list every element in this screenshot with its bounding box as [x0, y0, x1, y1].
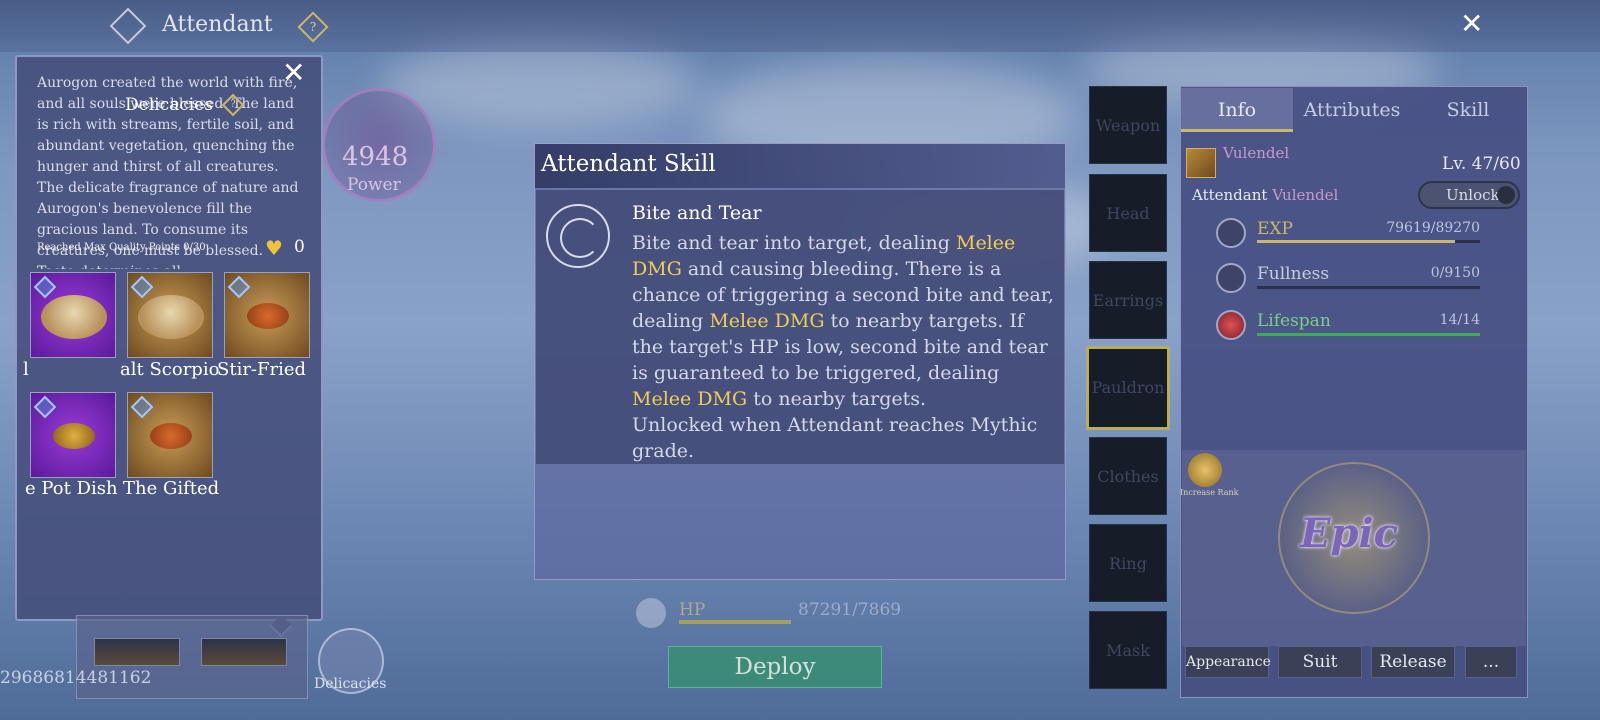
food-label: alt Scorpio	[120, 359, 220, 380]
tab-attributes[interactable]: Attributes	[1295, 88, 1409, 132]
user-id: 29686814481162	[0, 668, 152, 688]
deploy-button[interactable]: Deploy	[668, 646, 882, 688]
attendant-name: Vulendel	[1272, 186, 1339, 204]
pet-avatar	[1186, 148, 1216, 178]
appearance-button[interactable]: Appearance	[1185, 646, 1271, 678]
fullness-value: 0/9150	[1430, 265, 1480, 281]
hp-bar	[679, 620, 791, 624]
slot-pauldron[interactable]: Pauldron	[1086, 346, 1170, 430]
food-item[interactable]	[30, 392, 116, 478]
pet-level: Lv. 47/60	[1442, 154, 1521, 174]
exp-value: 79619/89270	[1386, 220, 1480, 236]
gem-icon	[130, 395, 154, 419]
fullness-label: Fullness	[1257, 264, 1330, 284]
power-label: Power	[347, 175, 401, 195]
food-plate-icon	[41, 295, 107, 339]
hp-label: HP	[679, 600, 706, 620]
gem-icon	[130, 275, 154, 299]
food-label: The Gifted	[123, 478, 220, 499]
food-label: l	[23, 359, 29, 380]
gem-icon	[227, 275, 251, 299]
fullness-bar	[1257, 286, 1480, 289]
food-label: Stir-Fried B	[217, 359, 311, 380]
fullness-icon	[1216, 263, 1246, 293]
slot-weapon[interactable]: Weapon	[1089, 86, 1167, 164]
slot-earrings[interactable]: Earrings	[1089, 261, 1167, 339]
attendant-thumbnail[interactable]	[201, 638, 287, 666]
food-plate-icon	[138, 295, 204, 339]
skill-name: Bite and Tear	[632, 202, 762, 224]
more-button[interactable]: ...	[1465, 646, 1517, 678]
food-item[interactable]	[127, 392, 213, 478]
bite-skill-icon	[546, 204, 610, 268]
lifespan-bar	[1257, 333, 1480, 336]
power-value: 4948	[342, 142, 409, 172]
slot-mask[interactable]: Mask	[1089, 611, 1167, 689]
delicacies-close-icon[interactable]: ✕	[282, 59, 305, 87]
gem-icon	[33, 395, 57, 419]
skill-unlock-text: Unlocked when Attendant reaches Mythic g…	[632, 414, 1038, 462]
exp-icon	[1216, 218, 1246, 248]
gem-icon	[33, 275, 57, 299]
quality-points-value: 0	[294, 237, 305, 257]
food-dish-icon	[150, 423, 192, 449]
toggle-knob	[1497, 186, 1515, 204]
hp-value: 87291/7869	[798, 600, 902, 620]
page-title: Attendant	[162, 12, 273, 37]
unlock-toggle[interactable]: Unlock	[1418, 181, 1520, 209]
skill-dialog-title: Attendant Skill	[541, 151, 716, 177]
food-item[interactable]	[224, 272, 310, 358]
food-label: e Pot Dish	[25, 478, 118, 499]
tab-skill[interactable]: Skill	[1411, 88, 1525, 132]
attendant-label: Attendant Vulendel	[1192, 186, 1339, 204]
skill-description: Bite and tear into target, dealing Melee…	[632, 232, 1054, 462]
food-item[interactable]	[127, 272, 213, 358]
rank-label: Increase Rank	[1180, 488, 1239, 497]
delicacies-button-label[interactable]: Delicacies	[314, 676, 386, 692]
rank-flame-icon[interactable]	[1188, 453, 1222, 487]
melee-dmg-highlight: Melee DMG	[709, 310, 825, 332]
quality-points-label: Reached Max Quality Points 0/30	[37, 242, 206, 253]
slot-clothes[interactable]: Clothes	[1089, 437, 1167, 515]
pet-name: Vulendel	[1223, 144, 1290, 162]
exp-label: EXP	[1257, 219, 1293, 239]
heart-icon	[1216, 310, 1246, 340]
delicacies-title: Delicacies	[125, 95, 213, 115]
food-pot-icon	[53, 423, 95, 449]
exp-bar-fill	[1257, 240, 1456, 243]
melee-dmg-highlight: Melee DMG	[632, 388, 748, 410]
grade-text: Epic	[1300, 510, 1399, 557]
exp-bar	[1257, 240, 1480, 243]
tab-info[interactable]: Info	[1181, 88, 1293, 132]
delicacies-panel: Aurogon created the world with fire, and…	[15, 55, 323, 621]
lifespan-bar-fill	[1257, 333, 1480, 336]
hp-drop-icon	[636, 598, 666, 628]
close-icon[interactable]: ✕	[1460, 10, 1483, 38]
food-dish-icon	[247, 303, 289, 329]
lifespan-label: Lifespan	[1257, 311, 1331, 331]
slot-head[interactable]: Head	[1089, 174, 1167, 252]
food-item[interactable]	[30, 272, 116, 358]
attendant-thumbnail[interactable]	[94, 638, 180, 666]
suit-button[interactable]: Suit	[1278, 646, 1362, 678]
lifespan-value: 14/14	[1439, 312, 1480, 328]
heart-icon: ♥	[265, 236, 283, 260]
slot-ring[interactable]: Ring	[1089, 524, 1167, 602]
release-button[interactable]: Release	[1371, 646, 1455, 678]
